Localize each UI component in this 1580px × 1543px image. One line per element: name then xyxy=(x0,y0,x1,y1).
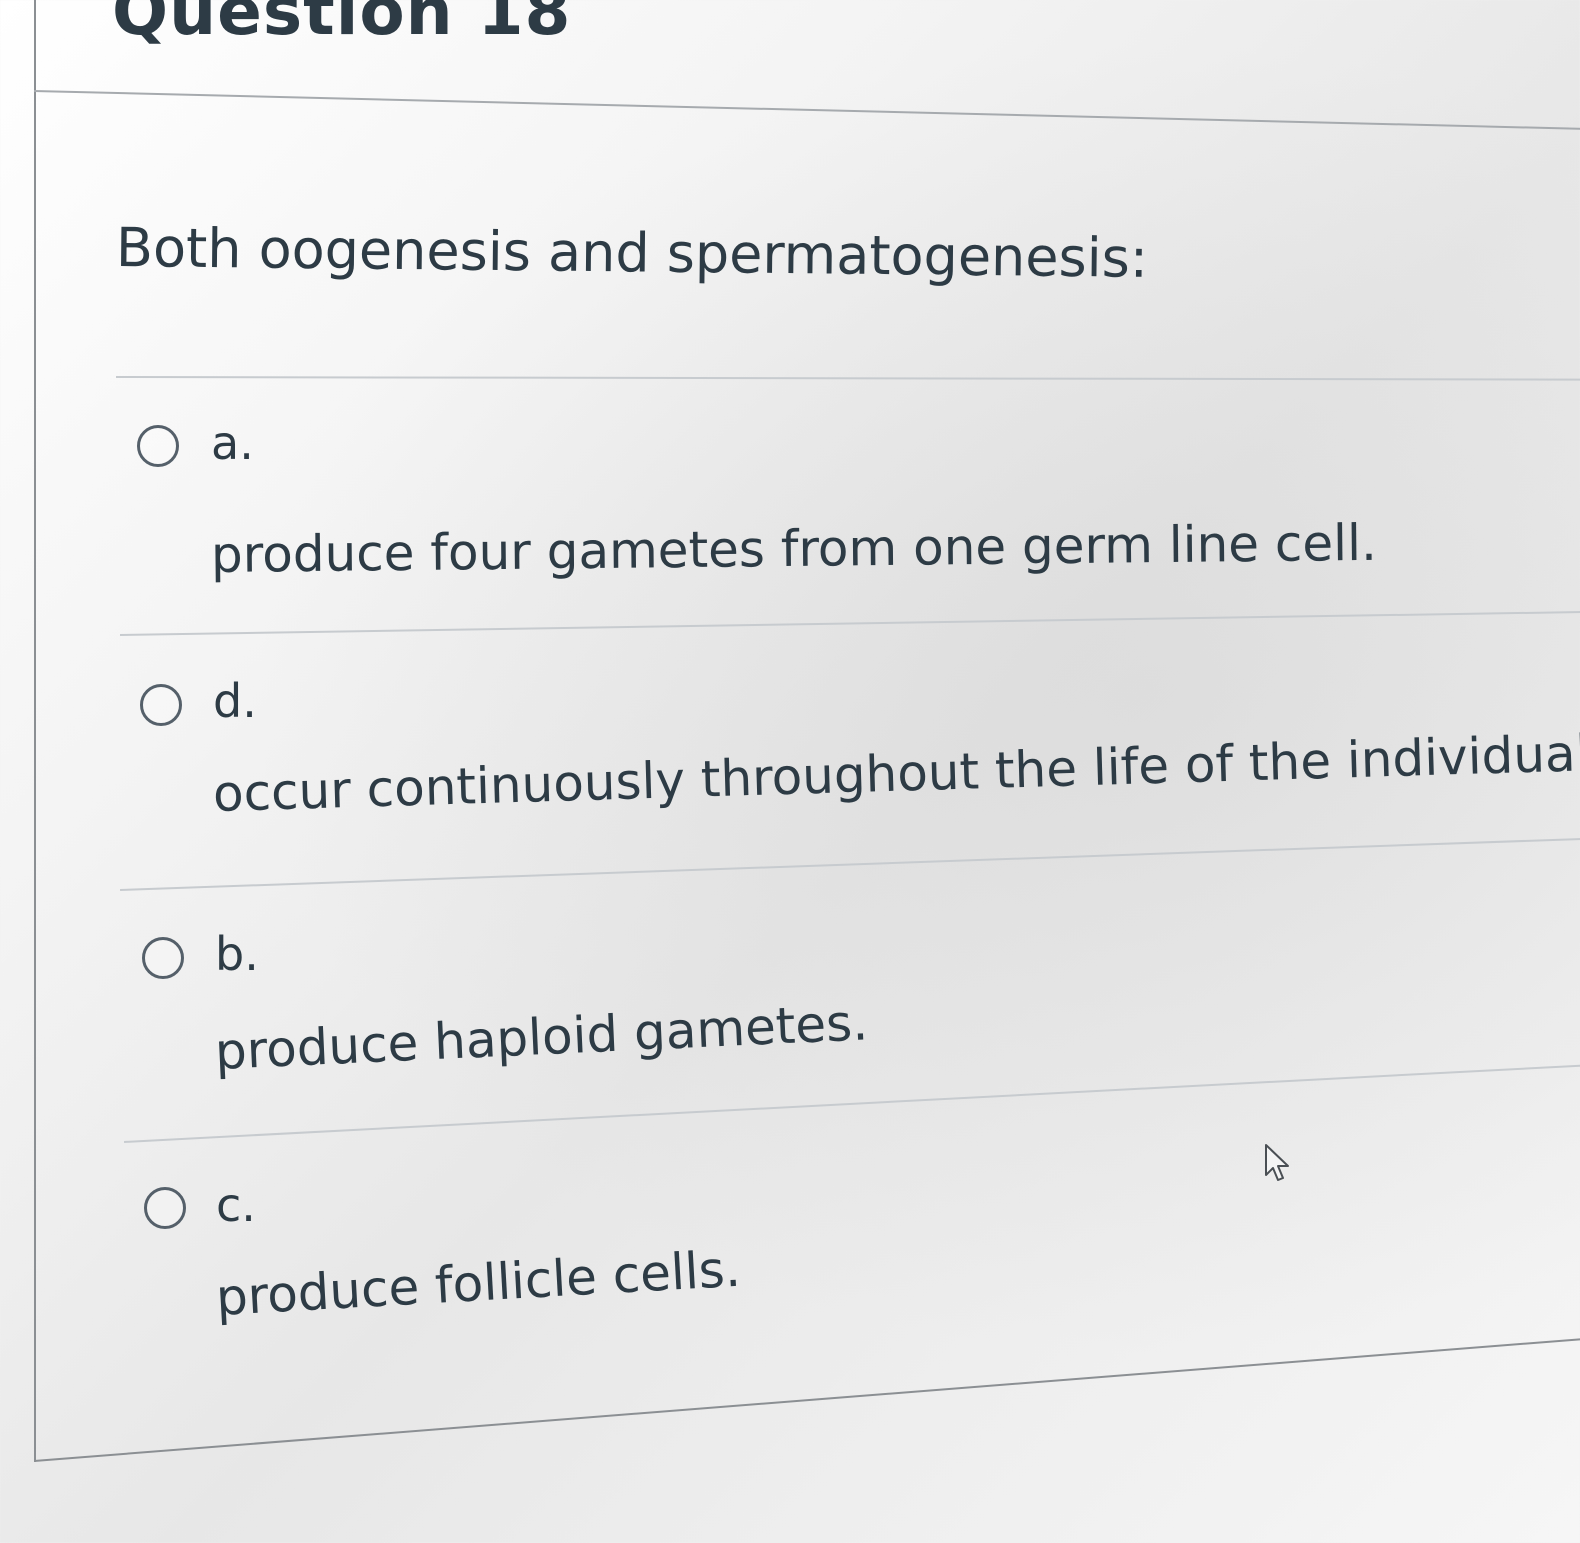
radio-button-icon[interactable] xyxy=(142,937,184,979)
radio-button-icon[interactable] xyxy=(137,425,179,467)
option-letter: c. xyxy=(216,1178,256,1232)
answer-divider xyxy=(120,837,1580,891)
question-frame-left-border xyxy=(34,0,36,1462)
answer-divider xyxy=(115,376,1580,381)
option-text: produce haploid gametes. xyxy=(213,993,870,1081)
question-header: Question 18 xyxy=(112,0,572,50)
question-frame-bottom-border xyxy=(34,1334,1580,1462)
mouse-pointer-icon xyxy=(1265,1144,1289,1181)
option-letter: d. xyxy=(213,674,257,728)
header-divider xyxy=(33,90,1580,131)
option-text: produce four gametes from one germ line … xyxy=(210,513,1378,584)
option-letter: b. xyxy=(215,927,259,981)
radio-button-icon[interactable] xyxy=(140,684,182,726)
option-text: produce follicle cells. xyxy=(214,1239,743,1327)
radio-button-icon[interactable] xyxy=(144,1187,186,1229)
option-letter: a. xyxy=(211,416,254,470)
answer-divider xyxy=(120,610,1580,636)
option-text: occur continuously throughout the life o… xyxy=(212,723,1580,823)
question-prompt: Both oogenesis and spermatogenesis: xyxy=(115,216,1149,290)
